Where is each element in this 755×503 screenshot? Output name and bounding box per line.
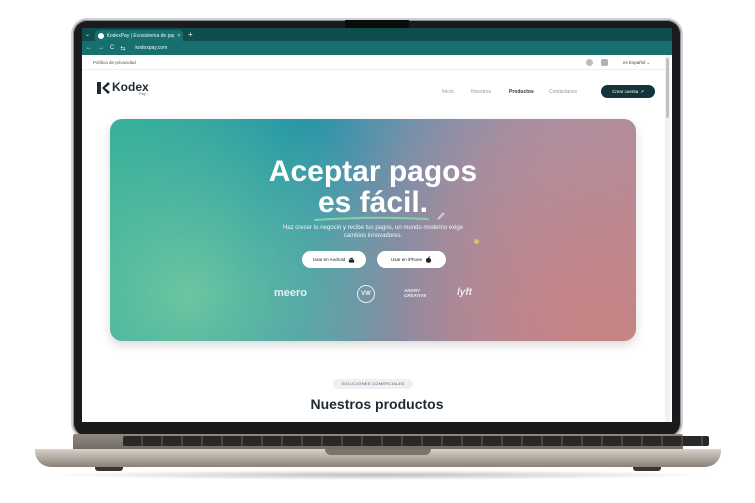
site-topbar: Política de privacidad es Español ⌄ <box>82 55 672 70</box>
page-scrollbar[interactable] <box>665 55 670 422</box>
android-icon <box>349 257 355 263</box>
section-title: Nuestros productos <box>310 396 444 412</box>
laptop-lid: ⌄ KodexPay | Ecosistema de pag... × + ← … <box>73 20 681 437</box>
partner-logo-volkswagen: VW <box>357 285 375 303</box>
decorative-orb <box>474 239 479 244</box>
apple-icon <box>425 256 432 263</box>
nav-item-inicio[interactable]: Inicio <box>442 89 454 95</box>
reload-button[interactable]: C <box>110 45 114 51</box>
use-iphone-button[interactable]: Usar en iPhone <box>377 251 446 268</box>
create-account-label: Crear cuenta <box>612 89 639 94</box>
laptop-front-edge <box>35 449 721 467</box>
use-android-label: Usar en Android <box>312 257 346 262</box>
laptop-foot-left <box>95 467 123 471</box>
site-settings-icon[interactable]: ⇆ <box>120 45 125 52</box>
tab-close-icon[interactable]: × <box>177 33 180 39</box>
tab-title: KodexPay | Ecosistema de pag... <box>106 32 175 39</box>
language-label: es Español <box>623 60 646 65</box>
browser-tab-bar: ⌄ KodexPay | Ecosistema de pag... × + <box>82 28 672 41</box>
hero-banner: Aceptar pagos es fácil. Haz crecer tu ne… <box>110 119 636 341</box>
pencil-icon <box>437 212 445 220</box>
partner-logo-meero: meero <box>274 287 308 299</box>
back-button[interactable]: ← <box>86 45 92 51</box>
instagram-icon[interactable] <box>586 59 593 66</box>
privacy-policy-link[interactable]: Política de privacidad <box>93 60 136 65</box>
laptop-base <box>35 434 721 472</box>
forward-button[interactable]: → <box>98 45 104 51</box>
twitter-icon[interactable] <box>601 59 608 66</box>
chevron-down-icon: ⌄ <box>646 60 651 65</box>
hero-title-line1: Aceptar pagos <box>268 155 478 188</box>
use-android-button[interactable]: Usar en Android <box>302 251 366 268</box>
favicon-icon <box>98 32 104 39</box>
laptop-screen: ⌄ KodexPay | Ecosistema de pag... × + ← … <box>82 28 672 422</box>
language-selector[interactable]: es Español ⌄ <box>623 60 650 66</box>
tab-search-icon[interactable]: ⌄ <box>85 31 90 38</box>
hero-title-line2: es fácil. <box>317 186 429 219</box>
brand-logo[interactable]: Kodex Pay <box>96 81 149 96</box>
scrollbar-thumb[interactable] <box>666 58 669 118</box>
laptop-foot-right <box>633 467 661 471</box>
hero-lead: Haz crecer tu negocio y recibe tus pagos… <box>282 225 464 239</box>
kodex-logo-icon <box>97 82 110 94</box>
keyboard <box>123 436 709 446</box>
partner-logo-lyft: lyft <box>457 287 472 298</box>
nav-item-contactanos[interactable]: Contáctanos <box>549 89 577 95</box>
browser-tab[interactable]: KodexPay | Ecosistema de pag... × <box>95 30 183 41</box>
section-chip: SOLUCIONES COMERCIALES <box>333 379 413 389</box>
new-tab-button[interactable]: + <box>188 30 193 39</box>
title-underline-decoration <box>314 216 429 221</box>
use-iphone-label: Usar en iPhone <box>390 257 423 262</box>
opening-groove <box>325 449 431 455</box>
address-bar: ← → C ⇆ kodexpay.com <box>82 41 672 55</box>
nav-item-nosotros[interactable]: Nosotros <box>471 89 491 95</box>
url-field[interactable]: kodexpay.com <box>135 45 167 51</box>
partner-logo-angry-creative: ANGRY CREATIVE <box>404 288 427 298</box>
arrow-up-right-icon: ↗ <box>640 88 644 94</box>
nav-item-productos[interactable]: Productos <box>509 89 534 95</box>
create-account-button[interactable]: Crear cuenta ↗ <box>601 85 655 98</box>
